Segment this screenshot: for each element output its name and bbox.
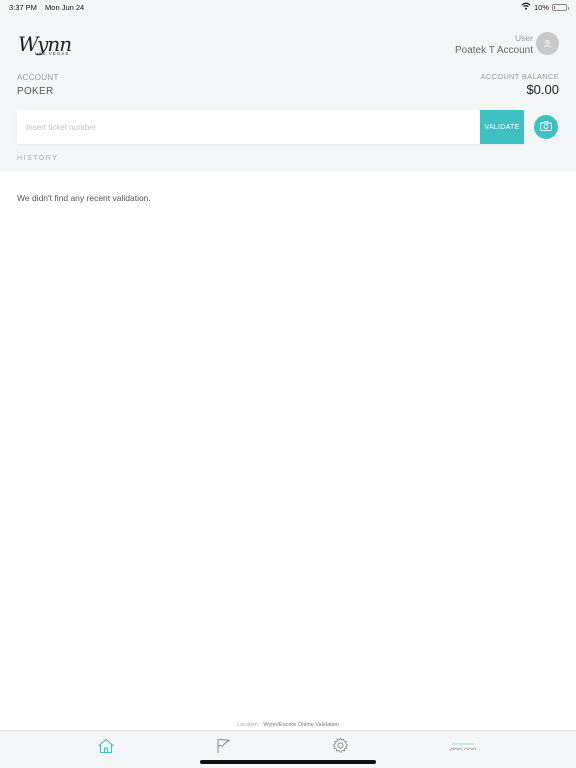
battery-fill [554, 5, 556, 9]
app-screen: 3:37 PM Mon Jun 24 10% Wynn LAS VEGAS Us… [0, 0, 576, 768]
location-label: Location [237, 722, 258, 728]
home-icon [97, 738, 115, 759]
balance-label: ACCOUNT BALANCE [480, 72, 559, 81]
history-label: HISTORY [17, 155, 59, 162]
validate-button[interactable]: VALIDATE [480, 110, 524, 144]
ticket-number-input[interactable] [17, 110, 480, 144]
ticket-row: VALIDATE [17, 110, 524, 144]
gear-icon [332, 737, 349, 759]
logo-subtitle: LAS VEGAS [35, 51, 70, 56]
account-name: POKER [17, 86, 54, 97]
home-indicator[interactable] [200, 760, 376, 764]
balance-value: $0.00 [526, 82, 559, 97]
camera-icon [540, 118, 552, 136]
user-icon [543, 35, 552, 53]
status-date: Mon Jun 24 [45, 3, 85, 12]
status-right: 10% [521, 2, 569, 12]
status-bar: 3:37 PM Mon Jun 24 10% [0, 0, 576, 16]
account-header: Wynn LAS VEGAS User Poatek T Account ACC… [0, 16, 576, 171]
tab-wynn[interactable] [448, 739, 478, 759]
wynn-logo-icon [449, 740, 477, 758]
wifi-icon [521, 2, 531, 12]
tab-flag[interactable] [213, 738, 233, 758]
user-name: Poatek T Account [454, 45, 533, 56]
tab-settings[interactable] [330, 737, 350, 759]
history-empty-message: We didn't find any recent validation. [17, 193, 151, 203]
avatar[interactable] [536, 32, 559, 55]
wynn-logo[interactable]: Wynn LAS VEGAS [18, 32, 80, 58]
account-label: ACCOUNT [17, 73, 59, 82]
flag-icon [215, 738, 231, 759]
camera-button[interactable] [534, 115, 558, 139]
user-block[interactable]: User Poatek T Account [455, 33, 533, 56]
status-left: 3:37 PM Mon Jun 24 [9, 3, 90, 12]
battery-icon [552, 3, 569, 11]
battery-percent: 10% [533, 2, 549, 12]
location-value: Wynn/Encore Online Validation [263, 722, 339, 728]
status-time: 3:37 PM [9, 3, 37, 12]
tab-home[interactable] [96, 738, 116, 758]
location-line: Location Wynn/Encore Online Validation [0, 722, 576, 728]
user-label: User [515, 33, 533, 43]
